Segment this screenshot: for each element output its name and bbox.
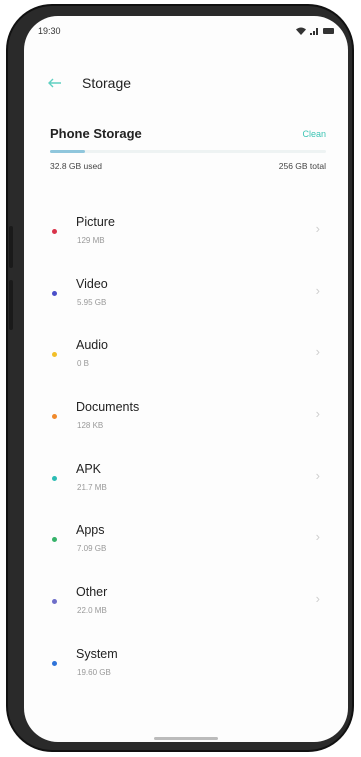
category-size: 7.09 GB — [77, 544, 107, 554]
category-name: Documents — [76, 400, 140, 415]
status-bar: 19:30 — [38, 22, 334, 40]
section-title: Phone Storage — [50, 126, 142, 141]
list-item[interactable]: APK 21.7 MB › — [24, 453, 348, 515]
chevron-right-icon: › — [315, 282, 320, 298]
category-size: 0 B — [77, 359, 90, 369]
storage-category-list: Picture 129 MB › Video 5.95 GB › Audio 0 B › Docu… — [24, 206, 348, 700]
total-label: 256 GB total — [278, 161, 326, 171]
arrow-left-icon — [48, 78, 61, 88]
category-color-dot — [52, 660, 57, 666]
category-name: Audio — [76, 338, 108, 353]
category-color-dot — [52, 229, 57, 234]
list-item[interactable]: Apps 7.09 GB › — [24, 514, 348, 576]
battery-icon — [323, 28, 334, 34]
category-size: 22.0 MB — [77, 606, 107, 616]
volume-button — [9, 226, 13, 268]
category-color-dot — [52, 599, 57, 605]
wifi-icon — [296, 27, 306, 35]
category-color-dot — [52, 290, 57, 296]
list-item[interactable]: Other 22.0 MB › — [24, 576, 348, 638]
list-item[interactable]: Documents 128 KB › — [24, 391, 348, 453]
chevron-right-icon: › — [315, 467, 320, 483]
status-time: 19:30 — [38, 26, 61, 36]
storage-progress-fill — [50, 150, 86, 153]
category-name: Apps — [76, 523, 105, 538]
list-item[interactable]: Audio 0 B › — [24, 329, 348, 391]
category-color-dot — [52, 475, 57, 481]
page-title: Storage — [82, 74, 132, 91]
phone-frame: 19:30 Storage Phone Storage Clean 32.8 G… — [6, 4, 354, 752]
category-name: APK — [76, 461, 102, 476]
list-item[interactable]: Picture 129 MB › — [24, 206, 348, 268]
category-size: 19.60 GB — [77, 667, 111, 677]
category-size: 5.95 GB — [77, 297, 107, 307]
header: Storage — [48, 72, 131, 93]
category-name: System — [76, 646, 118, 661]
category-color-dot — [52, 352, 57, 358]
category-name: Video — [76, 276, 108, 291]
status-icons — [296, 27, 334, 35]
list-item[interactable]: System 19.60 GB — [24, 638, 348, 700]
category-size: 128 KB — [77, 421, 104, 431]
used-label: 32.8 GB used — [50, 161, 102, 171]
category-name: Picture — [76, 215, 115, 229]
storage-progress-bar — [50, 150, 326, 153]
chevron-right-icon: › — [315, 591, 320, 607]
category-color-dot — [52, 414, 57, 420]
home-indicator[interactable] — [154, 737, 218, 740]
list-item[interactable]: Video 5.95 GB › — [24, 268, 348, 330]
power-button — [9, 280, 13, 330]
chevron-right-icon: › — [315, 344, 320, 360]
signal-icon — [310, 27, 319, 35]
chevron-right-icon: › — [315, 406, 320, 422]
category-name: Other — [76, 585, 108, 600]
chevron-right-icon: › — [315, 529, 320, 545]
phone-storage-section: Phone Storage Clean 32.8 GB used 256 GB … — [50, 126, 326, 171]
category-color-dot — [52, 537, 57, 543]
screen: 19:30 Storage Phone Storage Clean 32.8 G… — [24, 16, 348, 742]
chevron-right-icon: › — [315, 221, 320, 236]
clean-button[interactable]: Clean — [302, 129, 326, 139]
category-size: 21.7 MB — [77, 482, 107, 492]
category-size: 129 MB — [77, 236, 105, 245]
back-button[interactable] — [48, 72, 76, 93]
